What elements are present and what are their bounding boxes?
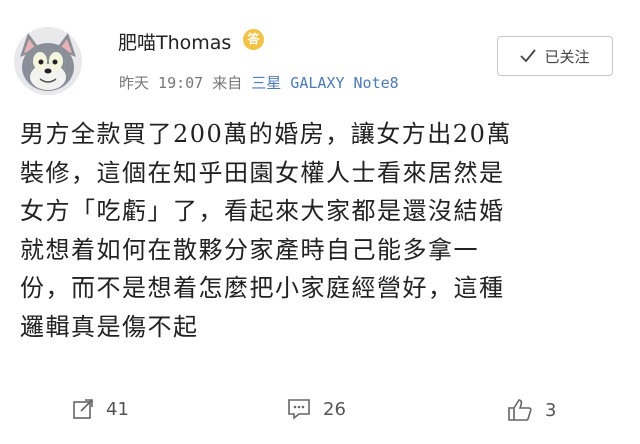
thumbs-up-icon bbox=[508, 399, 532, 421]
post-source-device[interactable]: 三星 GALAXY Note8 bbox=[251, 74, 398, 92]
post-day: 昨天 bbox=[119, 74, 150, 92]
content-line: 裝修，這個在知乎田園女權人士看來居然是 bbox=[20, 158, 505, 187]
verified-badge-icon: 答 bbox=[243, 29, 264, 50]
content-line: 男方全款買了200萬的婚房，讓女方出20萬 bbox=[20, 120, 512, 148]
post-time: 19:07 bbox=[158, 74, 204, 92]
comment-count: 26 bbox=[323, 398, 346, 420]
comment-button[interactable]: 26 bbox=[287, 398, 346, 420]
avatar[interactable] bbox=[14, 27, 82, 95]
content-line: 邏輯真是傷不起 bbox=[20, 312, 199, 341]
like-button[interactable]: 3 bbox=[507, 398, 556, 422]
content-line: 就想着如何在散夥分家產時自己能多拿一 bbox=[20, 235, 479, 264]
repost-icon bbox=[73, 399, 93, 419]
tom-cat-avatar-icon bbox=[14, 27, 82, 95]
post-from-label: 来自 bbox=[212, 74, 243, 92]
post-content: 男方全款買了200萬的婚房，讓女方出20萬 裝修，這個在知乎田園女權人士看來居然… bbox=[20, 115, 625, 346]
post-meta: 昨天 19:07 来自 三星 GALAXY Note8 bbox=[119, 72, 399, 93]
repost-button[interactable]: 41 bbox=[72, 398, 129, 420]
follow-button-label: 已关注 bbox=[544, 47, 590, 66]
content-line: 份，而不是想着怎麼把小家庭經營好，這種 bbox=[20, 274, 505, 302]
author-name[interactable]: 肥喵Thomas bbox=[118, 28, 231, 55]
comment-icon bbox=[288, 399, 310, 420]
repost-count: 41 bbox=[106, 398, 129, 420]
like-count: 3 bbox=[545, 399, 557, 421]
action-bar: 41 26 3 bbox=[0, 388, 640, 432]
follow-button[interactable]: 已关注 bbox=[497, 36, 613, 76]
checkmark-icon bbox=[520, 49, 537, 63]
content-line: 女方「吃虧」了，看起來大家都是還沒結婚 bbox=[20, 197, 505, 225]
